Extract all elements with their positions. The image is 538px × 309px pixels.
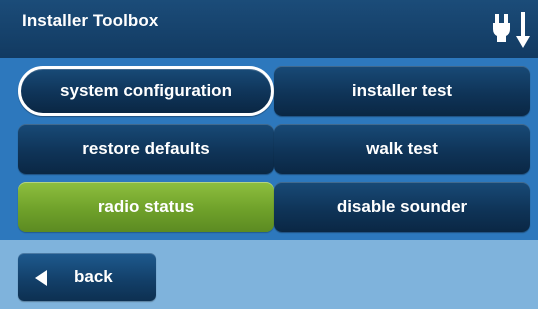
button-label: restore defaults (82, 139, 210, 158)
installer-toolbox-screen: Installer Toolbox system configuration i… (0, 0, 538, 309)
ac-power-plug-icon (493, 12, 530, 48)
button-label: disable sounder (336, 197, 468, 216)
left-arrow-icon (35, 270, 47, 286)
button-label: installer test (351, 81, 453, 100)
button-label: walk test (366, 139, 438, 158)
system-configuration-button[interactable]: system configuration (18, 66, 274, 116)
back-button[interactable]: back (18, 253, 156, 301)
back-label: back (74, 267, 113, 286)
button-label: system configuration (60, 81, 232, 100)
footer-bar: back (0, 240, 538, 309)
installer-test-button[interactable]: installer test (274, 66, 530, 116)
radio-status-button[interactable]: radio status (18, 182, 274, 232)
page-title: Installer Toolbox (22, 11, 159, 30)
walk-test-button[interactable]: walk test (274, 124, 530, 174)
disable-sounder-button[interactable]: disable sounder (274, 182, 530, 232)
button-label: radio status (97, 197, 195, 216)
restore-defaults-button[interactable]: restore defaults (18, 124, 274, 174)
header-bar: Installer Toolbox (0, 0, 538, 59)
menu-panel: system configuration installer test rest… (0, 58, 538, 240)
